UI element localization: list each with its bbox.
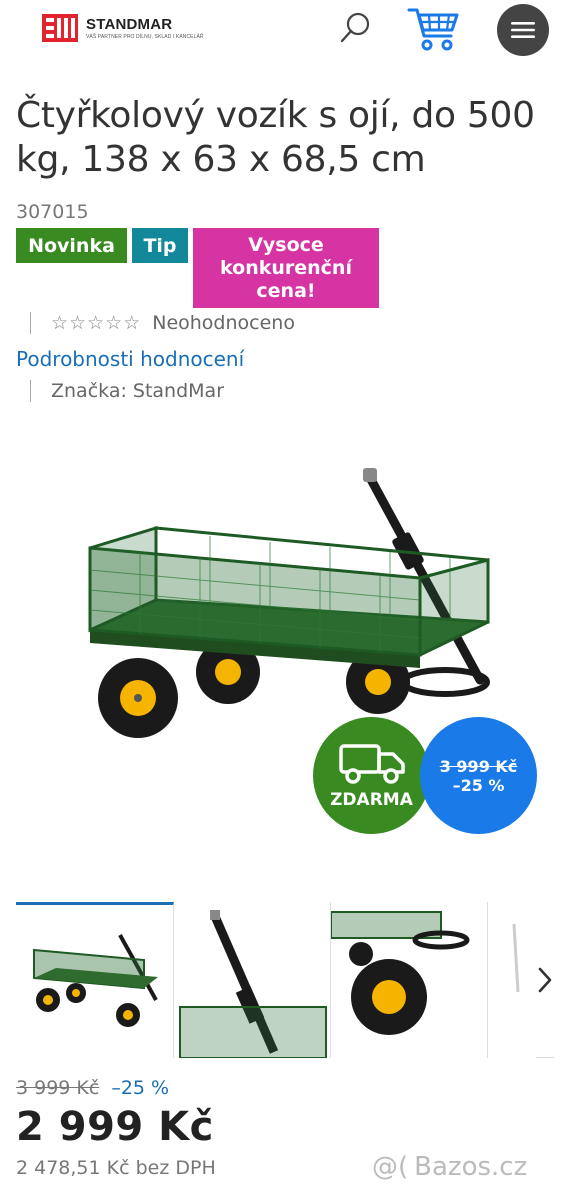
badge-new: Novinka xyxy=(16,228,127,263)
badge-discount: –25 % xyxy=(452,775,505,795)
rating-row: ☆ ☆ ☆ ☆ ☆ Neohodnoceno xyxy=(30,310,295,336)
cart-icon[interactable] xyxy=(407,6,459,52)
discount-badge: 3 999 Kč –25 % xyxy=(420,717,537,834)
logo-tagline: VÁŠ PARTNER PRO DÍLNU, SKLAD I KANCELÁŘ xyxy=(86,34,204,40)
separator xyxy=(30,380,31,402)
thumbnail-4[interactable] xyxy=(488,902,536,1058)
thumbnail-2[interactable] xyxy=(174,902,331,1058)
product-sku: 307015 xyxy=(16,201,89,223)
brand-row: Značka: StandMar xyxy=(30,378,224,404)
star-empty-icon: ☆ xyxy=(51,312,69,334)
watermark-at-icon: @( xyxy=(372,1152,409,1182)
logo-mark-icon xyxy=(42,14,78,42)
search-icon[interactable] xyxy=(338,10,374,46)
star-empty-icon: ☆ xyxy=(69,312,87,334)
star-empty-icon: ☆ xyxy=(123,312,141,334)
badge-tip: Tip xyxy=(132,228,188,263)
old-price-row: 3 999 Kč –25 % xyxy=(16,1077,169,1099)
chevron-right-icon[interactable] xyxy=(536,902,554,1058)
discount-percent: –25 % xyxy=(111,1077,170,1099)
thumbnail-strip xyxy=(16,902,554,1058)
delivery-label: ZDARMA xyxy=(330,789,413,810)
logo-name: STANDMAR xyxy=(86,16,173,33)
star-empty-icon: ☆ xyxy=(105,312,123,334)
standmar-logo[interactable]: STANDMAR VÁŠ PARTNER PRO DÍLNU, SKLAD I … xyxy=(42,14,204,42)
watermark: @( Bazos.cz xyxy=(372,1152,527,1182)
star-empty-icon: ☆ xyxy=(87,312,105,334)
separator xyxy=(30,312,31,334)
rating-stars: ☆ ☆ ☆ ☆ ☆ xyxy=(51,312,140,334)
current-price: 2 999 Kč xyxy=(16,1104,214,1150)
watermark-text: Bazos.cz xyxy=(414,1152,528,1182)
thumbnail-1[interactable] xyxy=(16,902,174,1058)
free-delivery-badge: ZDARMA xyxy=(313,717,430,834)
price-without-vat: 2 478,51 Kč bez DPH xyxy=(16,1157,216,1179)
rating-details-link[interactable]: Podrobnosti hodnocení xyxy=(16,347,244,371)
badge-competitive-price: Vysoce konkurenční cena! xyxy=(193,228,379,308)
menu-icon[interactable] xyxy=(497,4,549,56)
truck-icon xyxy=(338,743,405,784)
thumbnail-3[interactable] xyxy=(331,902,488,1058)
product-title: Čtyřkolový vozík s ojí, do 500 kg, 138 x… xyxy=(16,95,535,180)
product-image[interactable] xyxy=(60,460,510,760)
badge-old-price: 3 999 Kč xyxy=(439,756,518,776)
header: STANDMAR VÁŠ PARTNER PRO DÍLNU, SKLAD I … xyxy=(0,0,570,70)
rating-status: Neohodnoceno xyxy=(152,312,295,334)
brand-label[interactable]: Značka: StandMar xyxy=(51,380,224,402)
old-price: 3 999 Kč xyxy=(16,1077,100,1099)
